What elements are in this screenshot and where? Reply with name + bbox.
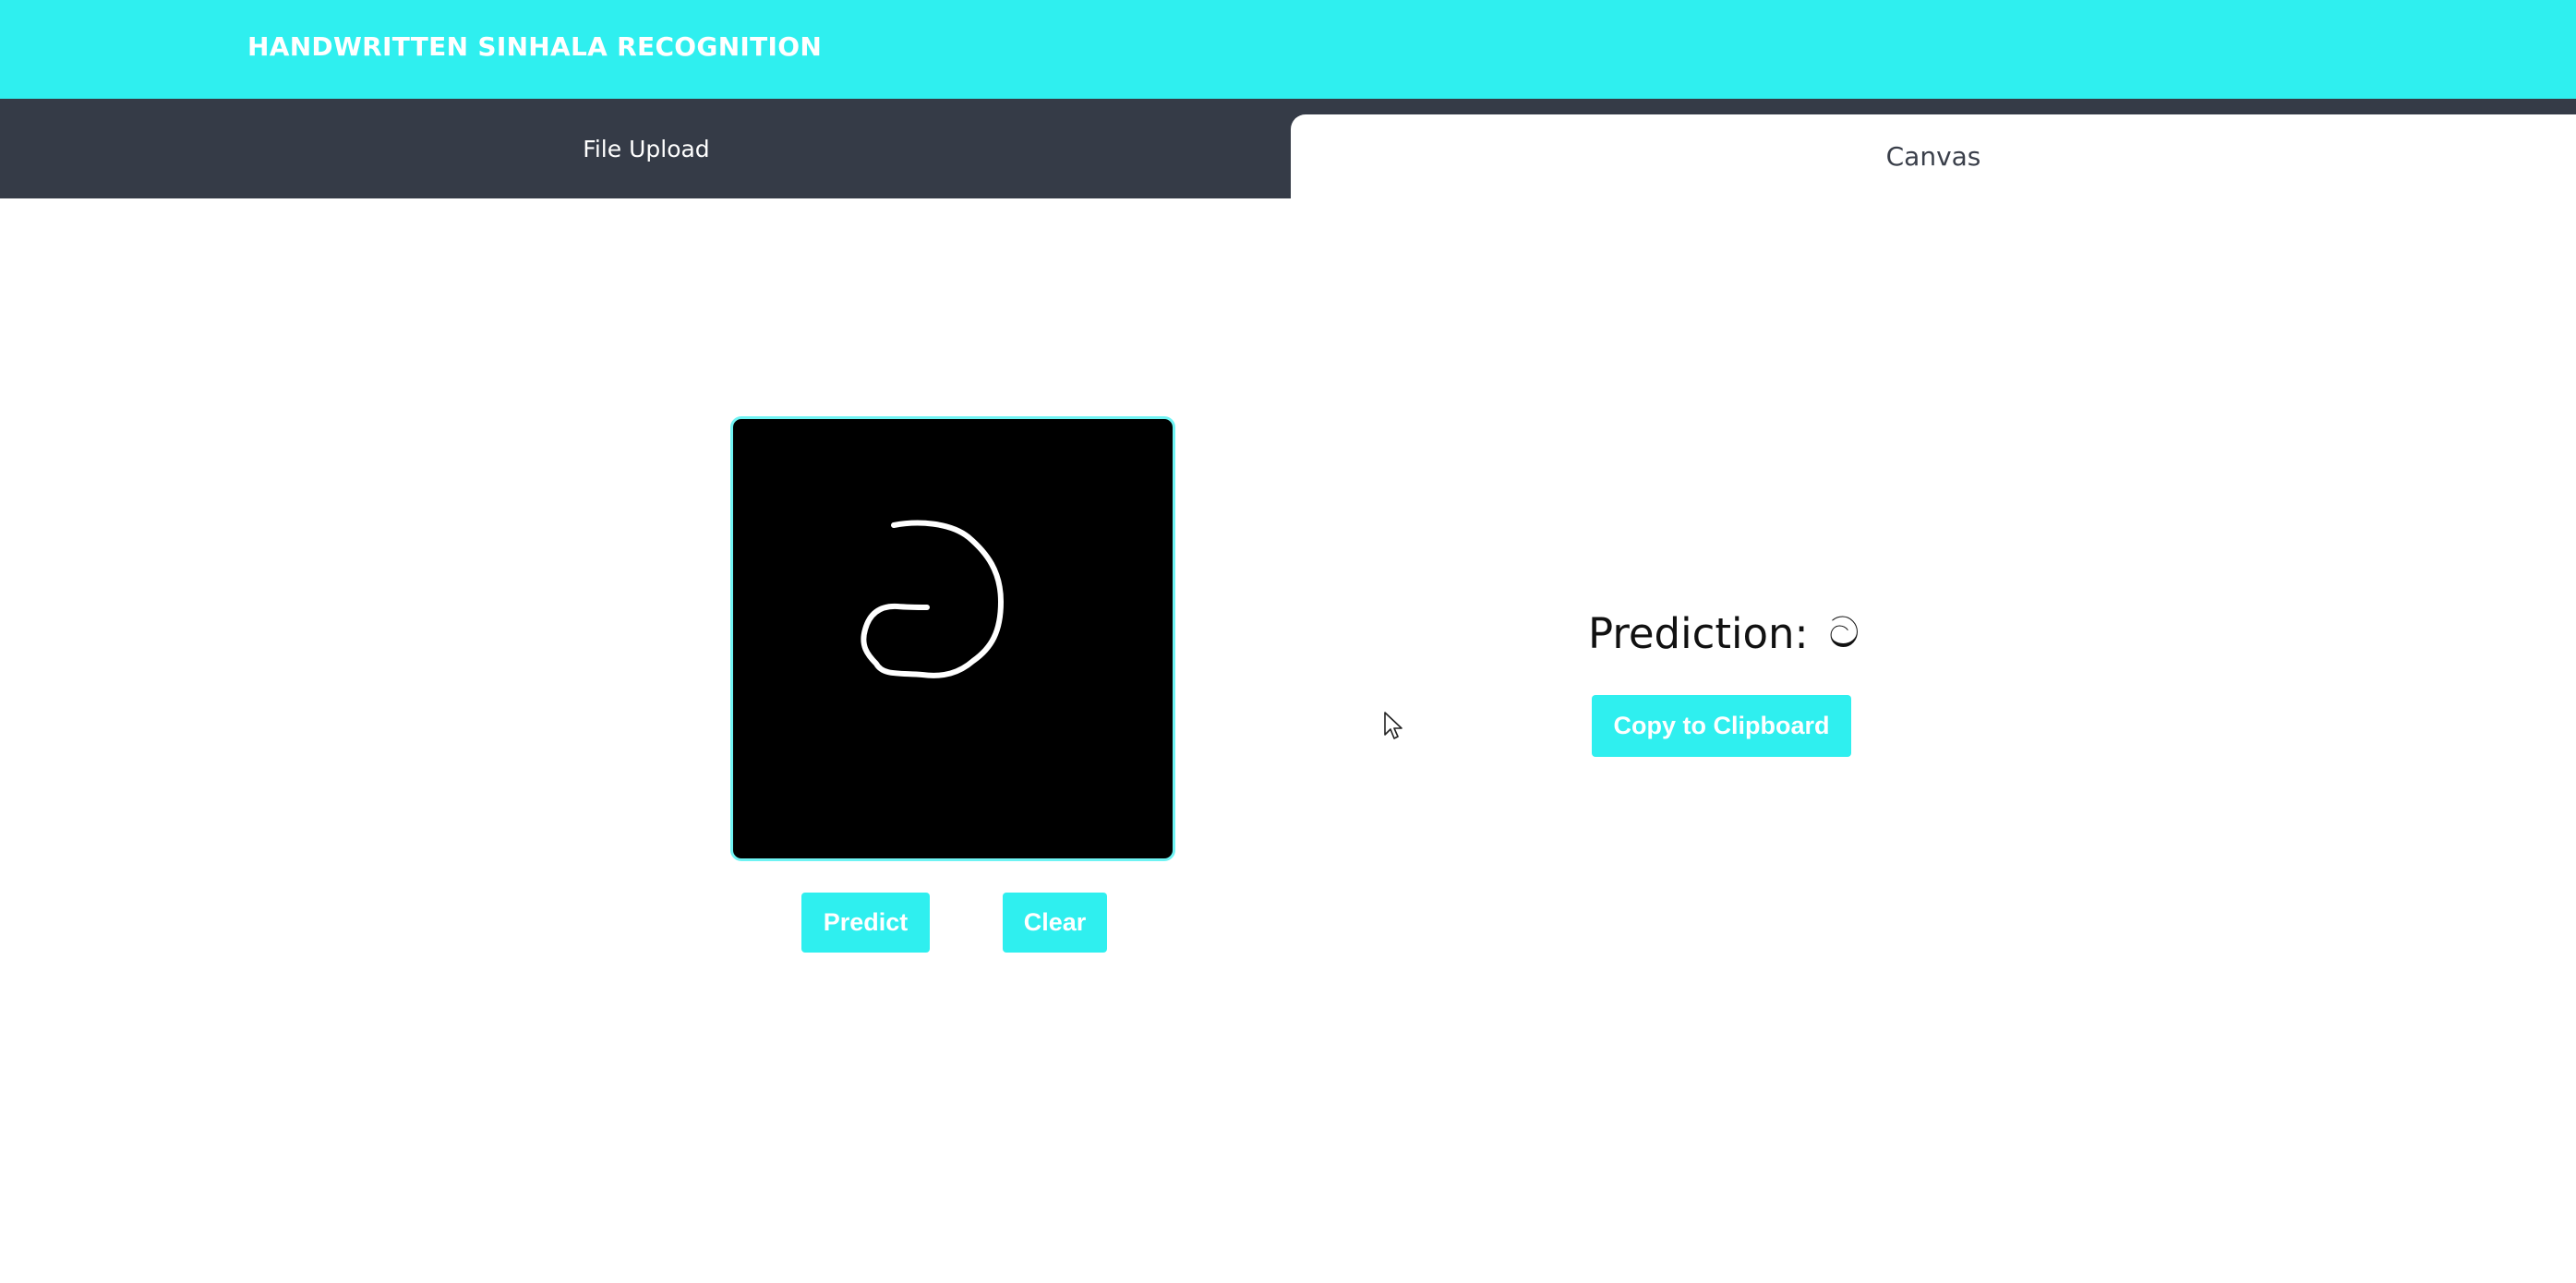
prediction-value: ට <box>1828 607 1860 657</box>
prediction-label: Prediction: <box>1588 608 1809 658</box>
tab-canvas[interactable]: Canvas <box>1291 114 2576 198</box>
tab-file-upload-label: File Upload <box>583 135 710 162</box>
tab-bar: File Upload Canvas <box>0 99 2576 198</box>
tab-file-upload[interactable]: File Upload <box>0 99 1293 198</box>
predict-button[interactable]: Predict <box>801 893 930 953</box>
tab-canvas-label: Canvas <box>1885 141 1981 172</box>
handwritten-stroke <box>861 520 1004 678</box>
app-title: HANDWRITTEN SINHALA RECOGNITION <box>247 31 823 62</box>
clear-button[interactable]: Clear <box>1003 893 1107 953</box>
prediction-result: Prediction: ට <box>1588 607 1860 659</box>
drawing-canvas[interactable] <box>730 416 1175 861</box>
mouse-pointer-icon <box>1384 712 1404 745</box>
copy-to-clipboard-button[interactable]: Copy to Clipboard <box>1592 695 1851 757</box>
app-header: HANDWRITTEN SINHALA RECOGNITION <box>0 0 2576 99</box>
